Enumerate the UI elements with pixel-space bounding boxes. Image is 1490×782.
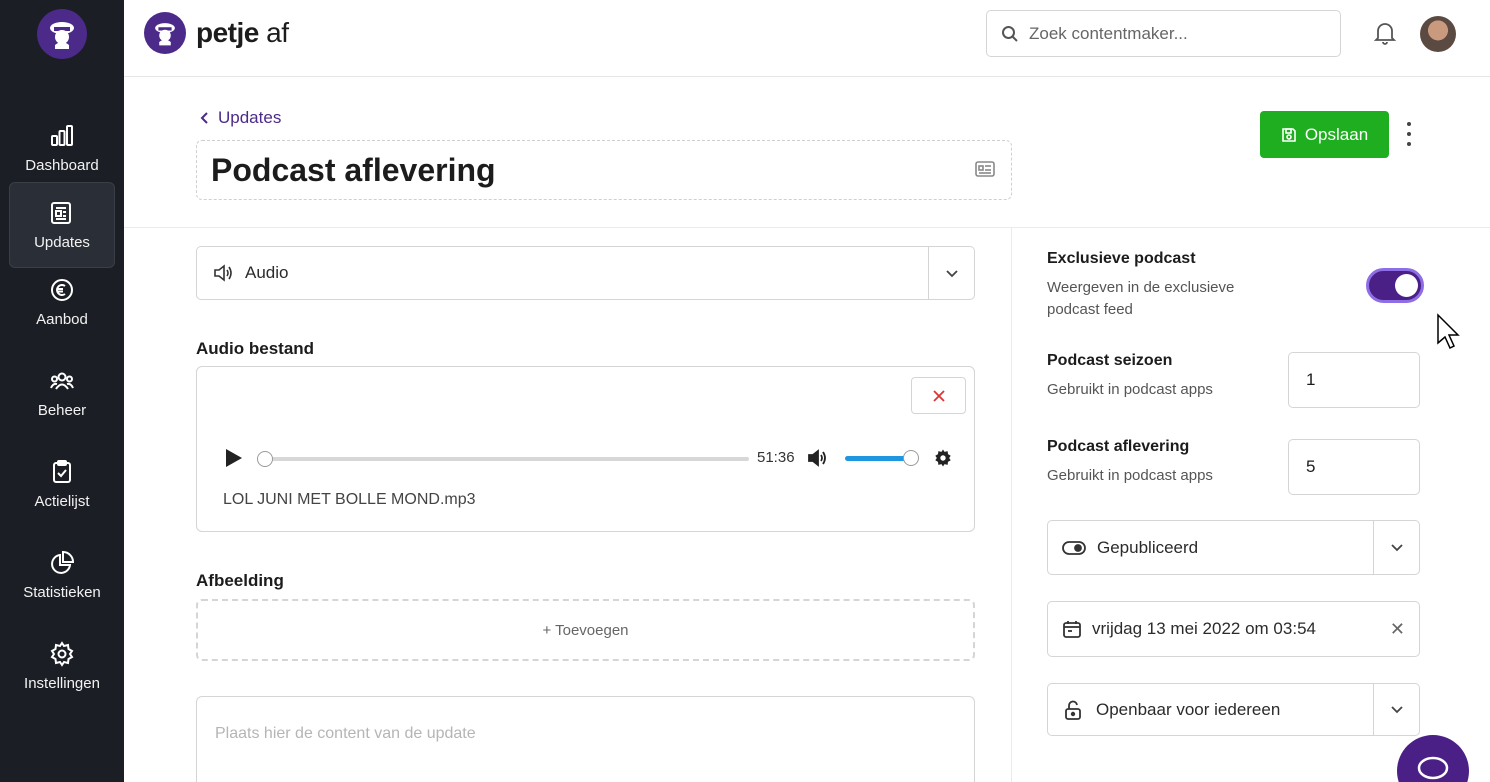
title-field[interactable]: Podcast aflevering bbox=[196, 140, 1012, 200]
chevron-down-icon[interactable] bbox=[928, 247, 974, 299]
sidebar-item-label: Actielijst bbox=[34, 492, 90, 510]
toggle-icon bbox=[1062, 540, 1086, 555]
settings-gear-icon[interactable] bbox=[933, 448, 953, 468]
search-icon bbox=[1002, 25, 1018, 42]
sidebar-item-label: Aanbod bbox=[36, 310, 88, 328]
brand-logo bbox=[144, 12, 186, 54]
back-label: Updates bbox=[218, 108, 282, 127]
brand[interactable]: petje af bbox=[144, 12, 289, 54]
sidebar-item-label: Updates bbox=[34, 233, 90, 251]
sidebar: Dashboard Updates Aanbod Beheer Actielij… bbox=[0, 0, 124, 782]
newspaper-icon bbox=[51, 201, 71, 224]
image-section-label: Afbeelding bbox=[196, 571, 284, 590]
page-title: Podcast aflevering bbox=[211, 151, 496, 188]
floppy-icon bbox=[1282, 127, 1296, 142]
exclusive-title: Exclusieve podcast bbox=[1047, 250, 1196, 267]
sidebar-item-instellingen[interactable]: Instellingen bbox=[9, 623, 115, 709]
volume-track[interactable] bbox=[845, 456, 911, 461]
audio-player: 51:36 bbox=[225, 445, 960, 471]
publish-date-field[interactable]: vrijdag 13 mei 2022 om 03:54 ✕ bbox=[1047, 601, 1420, 657]
clear-date-icon[interactable]: ✕ bbox=[1390, 619, 1405, 640]
audio-section-label: Audio bestand bbox=[196, 339, 315, 358]
exclusive-subtitle: Weergeven in de exclusieve podcast feed bbox=[1047, 279, 1235, 318]
status-select[interactable]: Gepubliceerd bbox=[1047, 520, 1420, 575]
visibility-value: Openbaar voor iedereen bbox=[1096, 699, 1281, 719]
chat-button[interactable] bbox=[1397, 735, 1469, 782]
sidebar-item-label: Statistieken bbox=[23, 583, 101, 601]
seek-handle[interactable] bbox=[257, 451, 273, 467]
mouse-cursor-icon bbox=[1437, 313, 1460, 350]
season-subtitle: Gebruikt in podcast apps bbox=[1047, 381, 1213, 398]
add-image-button[interactable]: + Toevoegen bbox=[196, 599, 975, 661]
save-label: Opslaan bbox=[1304, 124, 1369, 144]
exclusive-toggle[interactable] bbox=[1366, 268, 1424, 303]
euro-icon bbox=[51, 278, 73, 301]
card-icon bbox=[975, 161, 995, 177]
chevron-left-icon bbox=[200, 112, 208, 124]
audio-filename: LOL JUNI MET BOLLE MOND.mp3 bbox=[223, 491, 476, 508]
chevron-down-icon[interactable] bbox=[1373, 684, 1419, 735]
sidebar-item-actielijst[interactable]: Actielijst bbox=[9, 441, 115, 527]
content-placeholder: Plaats hier de content van de update bbox=[215, 725, 476, 742]
lock-open-icon bbox=[1065, 700, 1081, 720]
pie-chart-icon bbox=[51, 550, 75, 574]
audio-duration: 51:36 bbox=[757, 449, 795, 466]
sidebar-item-statistieken[interactable]: Statistieken bbox=[9, 532, 115, 618]
episode-subtitle: Gebruikt in podcast apps bbox=[1047, 467, 1213, 484]
back-link[interactable]: Updates bbox=[200, 108, 281, 128]
users-icon bbox=[50, 372, 74, 390]
column-divider bbox=[1011, 228, 1012, 782]
visibility-select[interactable]: Openbaar voor iedereen bbox=[1047, 683, 1420, 736]
sidebar-item-label: Beheer bbox=[37, 401, 87, 419]
gear-icon bbox=[50, 640, 74, 667]
avatar[interactable] bbox=[1420, 16, 1456, 52]
bar-chart-icon bbox=[51, 124, 73, 146]
add-image-label: + Toevoegen bbox=[542, 621, 629, 639]
volume-icon[interactable] bbox=[807, 449, 829, 467]
season-title: Podcast seizoen bbox=[1047, 352, 1173, 369]
save-button[interactable]: Opslaan bbox=[1260, 111, 1389, 158]
close-icon bbox=[932, 389, 945, 402]
clipboard-check-icon bbox=[53, 459, 71, 483]
sidebar-item-aanbod[interactable]: Aanbod bbox=[9, 259, 115, 345]
petje-af-logo[interactable] bbox=[37, 9, 87, 59]
search-box[interactable] bbox=[986, 10, 1341, 57]
sidebar-item-dashboard[interactable]: Dashboard bbox=[9, 105, 115, 191]
brand-name: petje af bbox=[196, 17, 289, 48]
bell-icon[interactable] bbox=[1373, 20, 1397, 46]
sidebar-item-label: Dashboard bbox=[25, 156, 99, 174]
calendar-icon bbox=[1063, 621, 1081, 638]
publish-date-value: vrijdag 13 mei 2022 om 03:54 bbox=[1092, 619, 1316, 638]
seek-track[interactable] bbox=[263, 457, 749, 461]
page-header: Updates Podcast aflevering Opslaan bbox=[124, 78, 1490, 228]
more-options-icon[interactable] bbox=[1404, 122, 1414, 146]
sidebar-item-beheer[interactable]: Beheer bbox=[9, 350, 115, 436]
search-input[interactable] bbox=[1029, 23, 1329, 44]
play-icon[interactable] bbox=[225, 448, 243, 468]
status-value: Gepubliceerd bbox=[1097, 537, 1199, 557]
episode-title: Podcast aflevering bbox=[1047, 438, 1190, 455]
remove-audio-button[interactable] bbox=[911, 377, 966, 414]
topbar: petje af bbox=[124, 0, 1490, 77]
sidebar-item-label: Instellingen bbox=[24, 674, 100, 692]
chat-bubble-icon bbox=[1417, 756, 1449, 780]
speaker-icon bbox=[214, 264, 232, 282]
content-editor[interactable]: Plaats hier de content van de update bbox=[196, 696, 975, 782]
chevron-down-icon[interactable] bbox=[1373, 521, 1419, 574]
volume-handle[interactable] bbox=[903, 450, 919, 466]
episode-input[interactable] bbox=[1288, 439, 1420, 495]
type-select[interactable]: Audio bbox=[196, 246, 975, 300]
season-input[interactable] bbox=[1288, 352, 1420, 408]
audio-card: 51:36 LOL JUNI MET BOLLE MOND.mp3 bbox=[196, 366, 975, 532]
sidebar-item-updates[interactable]: Updates bbox=[9, 182, 115, 268]
type-select-value: Audio bbox=[245, 263, 289, 282]
